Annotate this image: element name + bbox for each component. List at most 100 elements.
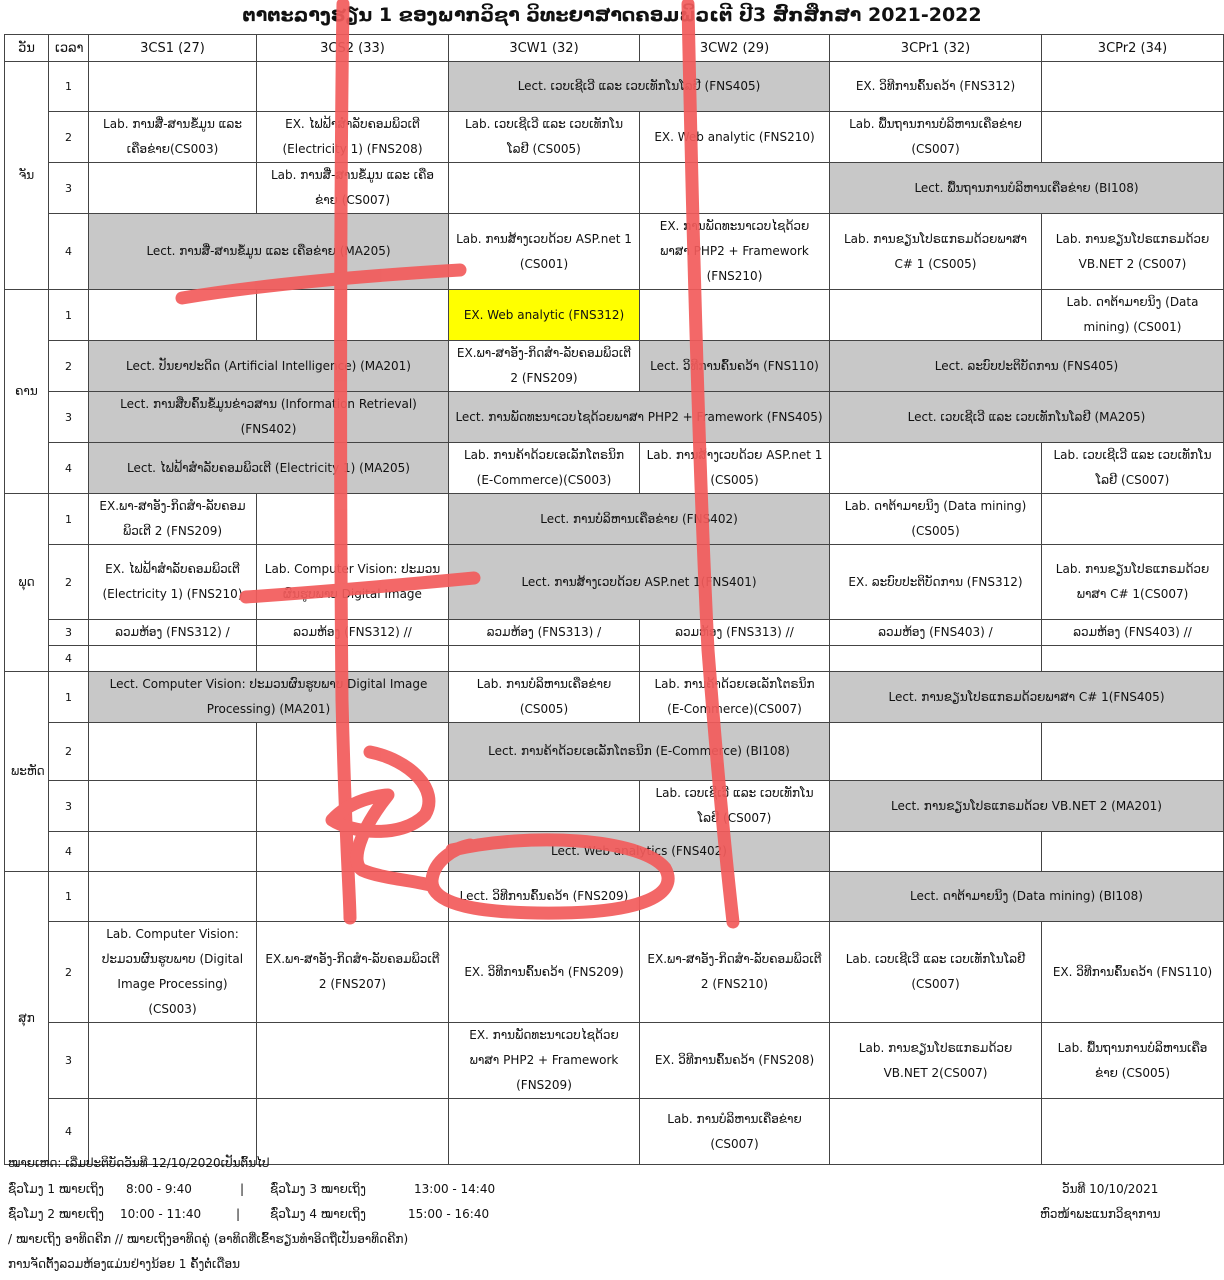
empty-cell [829, 1098, 1042, 1165]
note-separator: | [236, 1207, 241, 1221]
table-row: 2 Lect. ປັນຍາປະດິດ (Artificial Intellige… [5, 340, 1224, 392]
header-day: ວັນ [4, 34, 49, 62]
header-3cpr2: 3CPr2 (34) [1041, 34, 1224, 62]
empty-cell [829, 831, 1042, 872]
table-row: 2 Lab. Computer Vision: ປະມວນຜົນຮູບພາບ (… [5, 921, 1224, 1023]
class-cell: ລວມຫ້ອງ (FNS403) // [1041, 619, 1224, 646]
class-cell: Lect. Computer Vision: ປະມວນຜົນຮູບພາບ Di… [88, 671, 449, 723]
table-row: ສຸກ 1 Lect. ວິທີການຄົ້ນຄວ້າ (FNS209) Lec… [4, 871, 1224, 1165]
period-cell: 1 [48, 871, 89, 922]
empty-cell [639, 645, 830, 672]
empty-cell [829, 289, 1042, 341]
empty-cell [1041, 831, 1224, 872]
class-cell: Lect. ການສື່-ສານຂໍ້ມູນ ແລະ ເຄືອຂ່າຍ (MA2… [88, 213, 449, 290]
header-3cs2: 3CS2 (33) [256, 34, 449, 62]
day-tuesday: ຄານ [4, 289, 49, 494]
empty-cell [256, 780, 449, 832]
empty-cell [1041, 493, 1224, 545]
class-cell: Lect. ປັນຍາປະດິດ (Artificial Intelligenc… [88, 340, 449, 392]
empty-cell [448, 645, 640, 672]
table-row: 4 Lect. ການສື່-ສານຂໍ້ມູນ ແລະ ເຄືອຂ່າຍ (M… [5, 213, 1224, 290]
period-cell: 2 [48, 544, 89, 620]
class-cell: EX. ໄຟຟ້າສຳລັບຄອມພິວເຕີ (Electricity 1) … [88, 544, 257, 620]
header-row: ວັນ ເວລາ 3CS1 (27) 3CS2 (33) 3CW1 (32) 3… [4, 34, 1224, 62]
class-cell: Lab. ການບໍລິຫານເຄືອຂ່າຍ (CS007) [639, 1098, 830, 1165]
notes-section: ໝາຍເຫດ: ເລີ່ມປະຕິບັດວັນທີ 12/10/2020ເປັນ… [8, 1156, 1218, 1280]
class-cell: Lab. ການຂຽນໂປຣແກຣມດ້ວຍພາສາ C# 1 (CS005) [829, 213, 1042, 290]
class-cell: Lab. ການສື່-ສານຂໍ້ມູນ ແລະ ເຄືອຂ່າຍ(CS003… [88, 111, 257, 163]
class-cell: Lab. ການສື່-ສານຂໍ້ມູນ ແລະ ເຄືອຂ່າຍ (CS00… [256, 162, 449, 214]
note-period-1-time: 8:00 - 9:40 [126, 1182, 192, 1196]
empty-cell [829, 722, 1042, 781]
header-3cw1: 3CW1 (32) [448, 34, 640, 62]
note-monthly: ການຈັດຕັ້ງລວມຫ້ອງແມ່ນຢ່າງນ້ອຍ 1 ຄັ້ງຕໍ່ເ… [8, 1257, 240, 1271]
class-cell: Lab. ດາຕ້າມາຍນິງ (Data mining) (CS001) [1041, 289, 1224, 341]
empty-cell [256, 645, 449, 672]
empty-cell [448, 162, 640, 214]
class-cell: Lect. ລະບົບປະຕິບັດການ (FNS405) [829, 340, 1224, 392]
table-row: 3 Lab. ເວບເຊີເວີ ແລະ ເວບເທັກໂນໂລຢີ (CS00… [5, 780, 1224, 832]
class-cell: Lect. ການພັດທະນາເວບໄຊດ້ວຍພາສາ PHP2 + Fra… [448, 391, 830, 443]
empty-cell [88, 722, 257, 781]
class-cell: Lect. ການຂຽນໂປຣແກຣມດ້ວຍ VB.NET 2 (MA201) [829, 780, 1224, 832]
class-cell: Lect. Web analytics (FNS402) [448, 831, 830, 872]
table-row: 4 [5, 645, 1224, 672]
empty-cell [256, 722, 449, 781]
empty-cell [88, 289, 257, 341]
class-cell: Lect. ວິທີການຄົ້ນຄວ້າ (FNS110) [639, 340, 830, 392]
period-cell: 2 [48, 921, 89, 1023]
table-row: ຄານ 1 EX. Web analytic (FNS312) Lab. ດາຕ… [4, 289, 1224, 494]
class-cell: Lab. ການຄ້າດ້ວຍເອເລັກໂຕຣນິກ (E-Commerce)… [639, 671, 830, 723]
note-date: ວັນທີ 10/10/2021 [1062, 1182, 1159, 1196]
empty-cell [639, 289, 830, 341]
class-cell: Lab. ພື້ນຖານການບໍລິຫານເຄືອຂ່າຍ (CS007) [829, 111, 1042, 163]
class-cell: Lect. ການສືບຄົ້ນຂໍ້ມູນຂ່າວສານ (Informati… [88, 391, 449, 443]
period-cell: 3 [48, 1022, 89, 1099]
table-row: 4 Lab. ການບໍລິຫານເຄືອຂ່າຍ (CS007) [5, 1098, 1224, 1165]
table-row: ພຸດ 1 EX.ພາ-ສາອັງ-ກິດສຳ-ລັບຄອມພິວເຕີ 2 (… [4, 493, 1224, 672]
empty-cell [88, 645, 257, 672]
class-cell: EX.ພາ-ສາອັງ-ກິດສຳ-ລັບຄອມພິວເຕີ 2 (FNS209… [448, 340, 640, 392]
class-cell: ລວມຫ້ອງ (FNS312) / [88, 619, 257, 646]
period-cell: 4 [48, 442, 89, 494]
table-row: 3 ລວມຫ້ອງ (FNS312) / ລວມຫ້ອງ (FNS312) //… [5, 619, 1224, 646]
period-cell: 2 [48, 722, 89, 781]
table-row: 2 EX. ໄຟຟ້າສຳລັບຄອມພິວເຕີ (Electricity 1… [5, 544, 1224, 620]
timetable: ວັນ ເວລາ 3CS1 (27) 3CS2 (33) 3CW1 (32) 3… [4, 34, 1224, 1165]
period-cell: 4 [48, 213, 89, 290]
class-cell: Lect. ພື້ນຖານການບໍລິຫານເຄືອຂ່າຍ (BI108) [829, 162, 1224, 214]
class-cell: Lect. ເວບເຊີເວີ ແລະ ເວບເທັກໂນໂລຢີ (FNS40… [448, 61, 830, 112]
empty-cell [448, 1098, 640, 1165]
empty-cell [88, 162, 257, 214]
empty-cell [88, 871, 257, 922]
class-cell: EX. ໄຟຟ້າສຳລັບຄອມພິວເຕີ (Electricity 1) … [256, 111, 449, 163]
empty-cell [1041, 61, 1224, 112]
header-period: ເວລາ [48, 34, 89, 62]
header-3cpr1: 3CPr1 (32) [829, 34, 1042, 62]
day-friday: ສຸກ [4, 871, 49, 1165]
note-period-2-label: ຊົ່ວໂມງ 2 ໝາຍເຖິງ [8, 1207, 104, 1221]
class-cell: Lab. ເວບເຊີເວີ ແລະ ເວບເທັກໂນໂລຢີ (CS007) [829, 921, 1042, 1023]
empty-cell [256, 493, 449, 545]
period-cell: 3 [48, 162, 89, 214]
table-row: ຈັນ 1 Lect. ເວບເຊີເວີ ແລະ ເວບເທັກໂນໂລຢີ … [4, 61, 1224, 290]
class-cell: Lab. ການຂຽນໂປຣແກຣມດ້ວຍພາສາ C# 1(CS007) [1041, 544, 1224, 620]
note-week-legend: / ໝາຍເຖິງ ອາທິດຄີກ // ໝາຍເຖິງອາທິດຄູ່ (ອ… [8, 1232, 409, 1246]
class-cell: EX. Web analytic (FNS210) [639, 111, 830, 163]
note-department-head: ຫົວໜ້າພະແນກວິຊາການ [1040, 1207, 1161, 1221]
class-cell: Lab. Computer Vision: ປະມວນຜົນຮູບພາບ Dig… [256, 544, 449, 620]
empty-cell [639, 871, 830, 922]
class-cell: Lect. ການບໍລິຫານເຄືອຂ່າຍ (FNS402) [448, 493, 830, 545]
empty-cell [829, 645, 1042, 672]
empty-cell [1041, 645, 1224, 672]
class-cell: Lab. ພື້ນຖານການບໍລິຫານເຄືອຂ່າຍ (CS005) [1041, 1022, 1224, 1099]
day-thursday: ພະຫັດ [4, 671, 49, 872]
table-row: 4 Lect. ໄຟຟ້າສຳລັບຄອມພິວເຕີ (Electricity… [5, 442, 1224, 494]
class-cell: EX. ວິທີການຄົ້ນຄວ້າ (FNS312) [829, 61, 1042, 112]
empty-cell [88, 61, 257, 112]
class-cell: Lab. ການສ້າງເວບດ້ວຍ ASP.net 1 (CS005) [639, 442, 830, 494]
class-cell: Lab. ການຂຽນໂປຣແກຣມດ້ວຍ VB.NET 2 (CS007) [1041, 213, 1224, 290]
class-cell: Lab. ການຄ້າດ້ວຍເອເລັກໂຕຣນິກ (E-Commerce)… [448, 442, 640, 494]
class-cell: Lab. ເວບເຊີເວີ ແລະ ເວບເທັກໂນໂລຢີ (CS007) [639, 780, 830, 832]
empty-cell [256, 1098, 449, 1165]
